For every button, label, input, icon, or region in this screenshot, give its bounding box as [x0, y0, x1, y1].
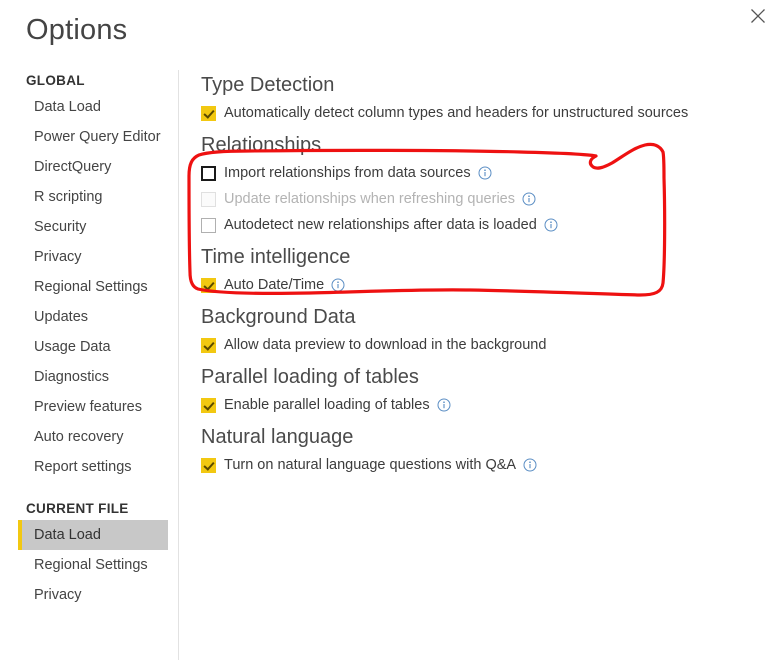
sidebar-item-updates[interactable]: Updates — [0, 302, 178, 332]
options-sidebar: GLOBAL Data Load Power Query Editor DirectQ… — [0, 70, 178, 660]
option-row-turn-on-natural-language-questions-with-q-a: Turn on natural language questions with … — [201, 452, 784, 478]
checkbox-label: Auto Date/Time — [224, 277, 325, 293]
section-heading: Background Data — [201, 306, 356, 328]
sidebar-item-power-query-editor[interactable]: Power Query Editor — [0, 122, 178, 152]
checkbox-turn-on-natural-language-questions-with-q-a[interactable] — [201, 457, 216, 473]
checkbox-label: Enable parallel loading of tables — [224, 397, 430, 413]
checkbox-label: Import relationships from data sources — [224, 165, 471, 181]
section-parallel-loading-of-tables: Parallel loading of tables Enable paralle… — [201, 362, 784, 418]
checkbox-label: Update relationships when refreshing que… — [224, 191, 515, 207]
section-heading: Time intelligence — [201, 246, 351, 268]
checkbox-label: Automatically detect column types and he… — [224, 105, 689, 121]
section-type-detection: Type Detection Automatically detect colum… — [201, 70, 784, 126]
title-bar: Options — [0, 0, 784, 70]
section-relationships: Relationships Import relationships from d… — [201, 130, 784, 238]
section-heading: Natural language — [201, 426, 354, 448]
info-icon[interactable] — [544, 218, 558, 232]
sidebar-item-privacy[interactable]: Privacy — [0, 242, 178, 272]
sidebar-item-data-load[interactable]: Data Load — [0, 92, 178, 122]
options-main-panel: Type Detection Automatically detect colum… — [179, 70, 784, 660]
close-button[interactable] — [740, 0, 776, 32]
sidebar-item-regional-settings[interactable]: Regional Settings — [0, 550, 178, 580]
checkbox-auto-date-time[interactable] — [201, 277, 216, 293]
sidebar-item-diagnostics[interactable]: Diagnostics — [0, 362, 178, 392]
option-row-allow-data-preview-to-download-in-the-backgrou: Allow data preview to download in the ba… — [201, 332, 784, 358]
sidebar-item-report-settings[interactable]: Report settings — [0, 452, 178, 482]
section-heading: Parallel loading of tables — [201, 366, 419, 388]
info-icon[interactable] — [331, 278, 345, 292]
sidebar-item-usage-data[interactable]: Usage Data — [0, 332, 178, 362]
sidebar-item-data-load[interactable]: Data Load — [18, 520, 168, 550]
section-time-intelligence: Time intelligence Auto Date/Time — [201, 242, 784, 298]
checkbox-allow-data-preview-to-download-in-the-backgrou[interactable] — [201, 337, 216, 353]
checkbox-autodetect-new-relationships-after-data-is-loa[interactable] — [201, 217, 216, 233]
option-row-automatically-detect-column-types-and-headers-: Automatically detect column types and he… — [201, 100, 784, 126]
option-row-auto-date-time: Auto Date/Time — [201, 272, 784, 298]
checkbox-label: Allow data preview to download in the ba… — [224, 337, 547, 353]
sidebar-item-auto-recovery[interactable]: Auto recovery — [0, 422, 178, 452]
section-natural-language: Natural language Turn on natural language… — [201, 422, 784, 478]
checkbox-update-relationships-when-refreshing-queries — [201, 191, 216, 207]
section-heading: Type Detection — [201, 74, 335, 96]
info-icon[interactable] — [437, 398, 451, 412]
checkbox-label: Turn on natural language questions with … — [224, 457, 517, 473]
info-icon — [522, 192, 536, 206]
section-heading: Relationships — [201, 134, 322, 156]
option-row-enable-parallel-loading-of-tables: Enable parallel loading of tables — [201, 392, 784, 418]
info-icon[interactable] — [478, 166, 492, 180]
checkbox-enable-parallel-loading-of-tables[interactable] — [201, 397, 216, 413]
options-content: GLOBAL Data Load Power Query Editor DirectQ… — [0, 70, 784, 660]
nav-group-title: CURRENT FILE — [26, 501, 129, 516]
sidebar-item-directquery[interactable]: DirectQuery — [0, 152, 178, 182]
info-icon[interactable] — [523, 458, 537, 472]
option-row-update-relationships-when-refreshing-queries: Update relationships when refreshing que… — [201, 186, 784, 212]
sidebar-item-regional-settings[interactable]: Regional Settings — [0, 272, 178, 302]
sidebar-item-preview-features[interactable]: Preview features — [0, 392, 178, 422]
sidebar-item-privacy[interactable]: Privacy — [0, 580, 178, 610]
option-row-import-relationships-from-data-sources: Import relationships from data sources — [201, 160, 784, 186]
checkbox-automatically-detect-column-types-and-headers-[interactable] — [201, 105, 216, 121]
checkbox-import-relationships-from-data-sources[interactable] — [201, 165, 216, 181]
page-title: Options — [26, 14, 128, 46]
checkbox-label: Autodetect new relationships after data … — [224, 217, 537, 233]
section-background-data: Background Data Allow data preview to dow… — [201, 302, 784, 358]
nav-group-title: GLOBAL — [26, 73, 85, 88]
close-icon — [750, 8, 766, 24]
nav-group-spacer — [0, 482, 178, 498]
option-row-autodetect-new-relationships-after-data-is-loa: Autodetect new relationships after data … — [201, 212, 784, 238]
sidebar-item-r-scripting[interactable]: R scripting — [0, 182, 178, 212]
sidebar-item-security[interactable]: Security — [0, 212, 178, 242]
